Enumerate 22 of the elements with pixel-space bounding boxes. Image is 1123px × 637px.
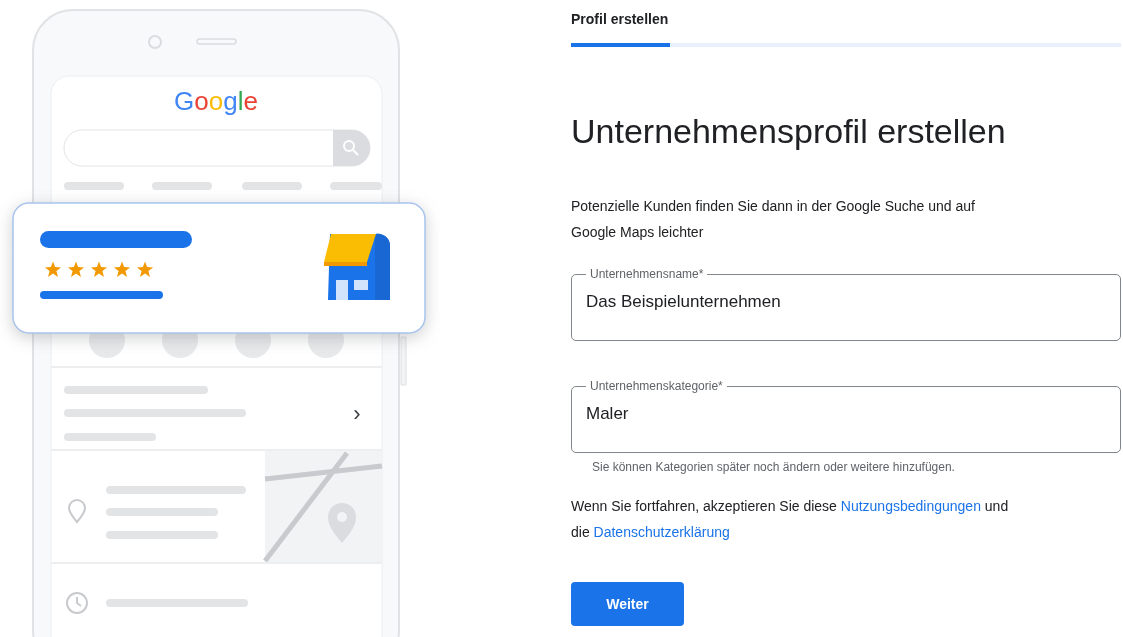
helper-text: Sie können Kategorien später noch ändern oder weitere hinzufügen. xyxy=(592,459,956,475)
step-title: Profil erstellen xyxy=(571,10,670,28)
star-icon xyxy=(67,261,85,277)
google-logo: Google xyxy=(174,86,258,116)
star-icon xyxy=(90,261,108,277)
privacy-link[interactable]: Datenschutzerklärung xyxy=(593,524,730,540)
speaker-slot xyxy=(196,38,237,45)
terms-link[interactable]: Nutzungsbedingungen xyxy=(840,498,981,514)
star-icon xyxy=(44,261,62,277)
input-field[interactable]: Unternehmenskategorie* Maler xyxy=(571,379,1121,453)
camera-icon xyxy=(148,35,162,49)
star-icon xyxy=(136,261,154,277)
continue-button[interactable]: Weiter xyxy=(571,582,684,626)
input-field[interactable]: Unternehmensname* Das Beispielunternehmen xyxy=(571,267,1121,341)
chevron-icon: › xyxy=(353,401,361,426)
intro-text: Potenzielle Kunden finden Sie dann in der Google Suche und auf Google Maps leichter xyxy=(571,197,976,242)
clock-icon xyxy=(66,592,88,614)
storefront-icon xyxy=(324,233,390,300)
location-pin-icon xyxy=(68,499,86,523)
page-heading: Unternehmensprofil erstellen xyxy=(571,113,1007,149)
star-icon xyxy=(113,261,131,277)
terms-text: Wenn Sie fortfahren, akzeptieren Sie diese Nutzungsbedingungen und die Datenschutzerklärung xyxy=(571,497,1010,542)
